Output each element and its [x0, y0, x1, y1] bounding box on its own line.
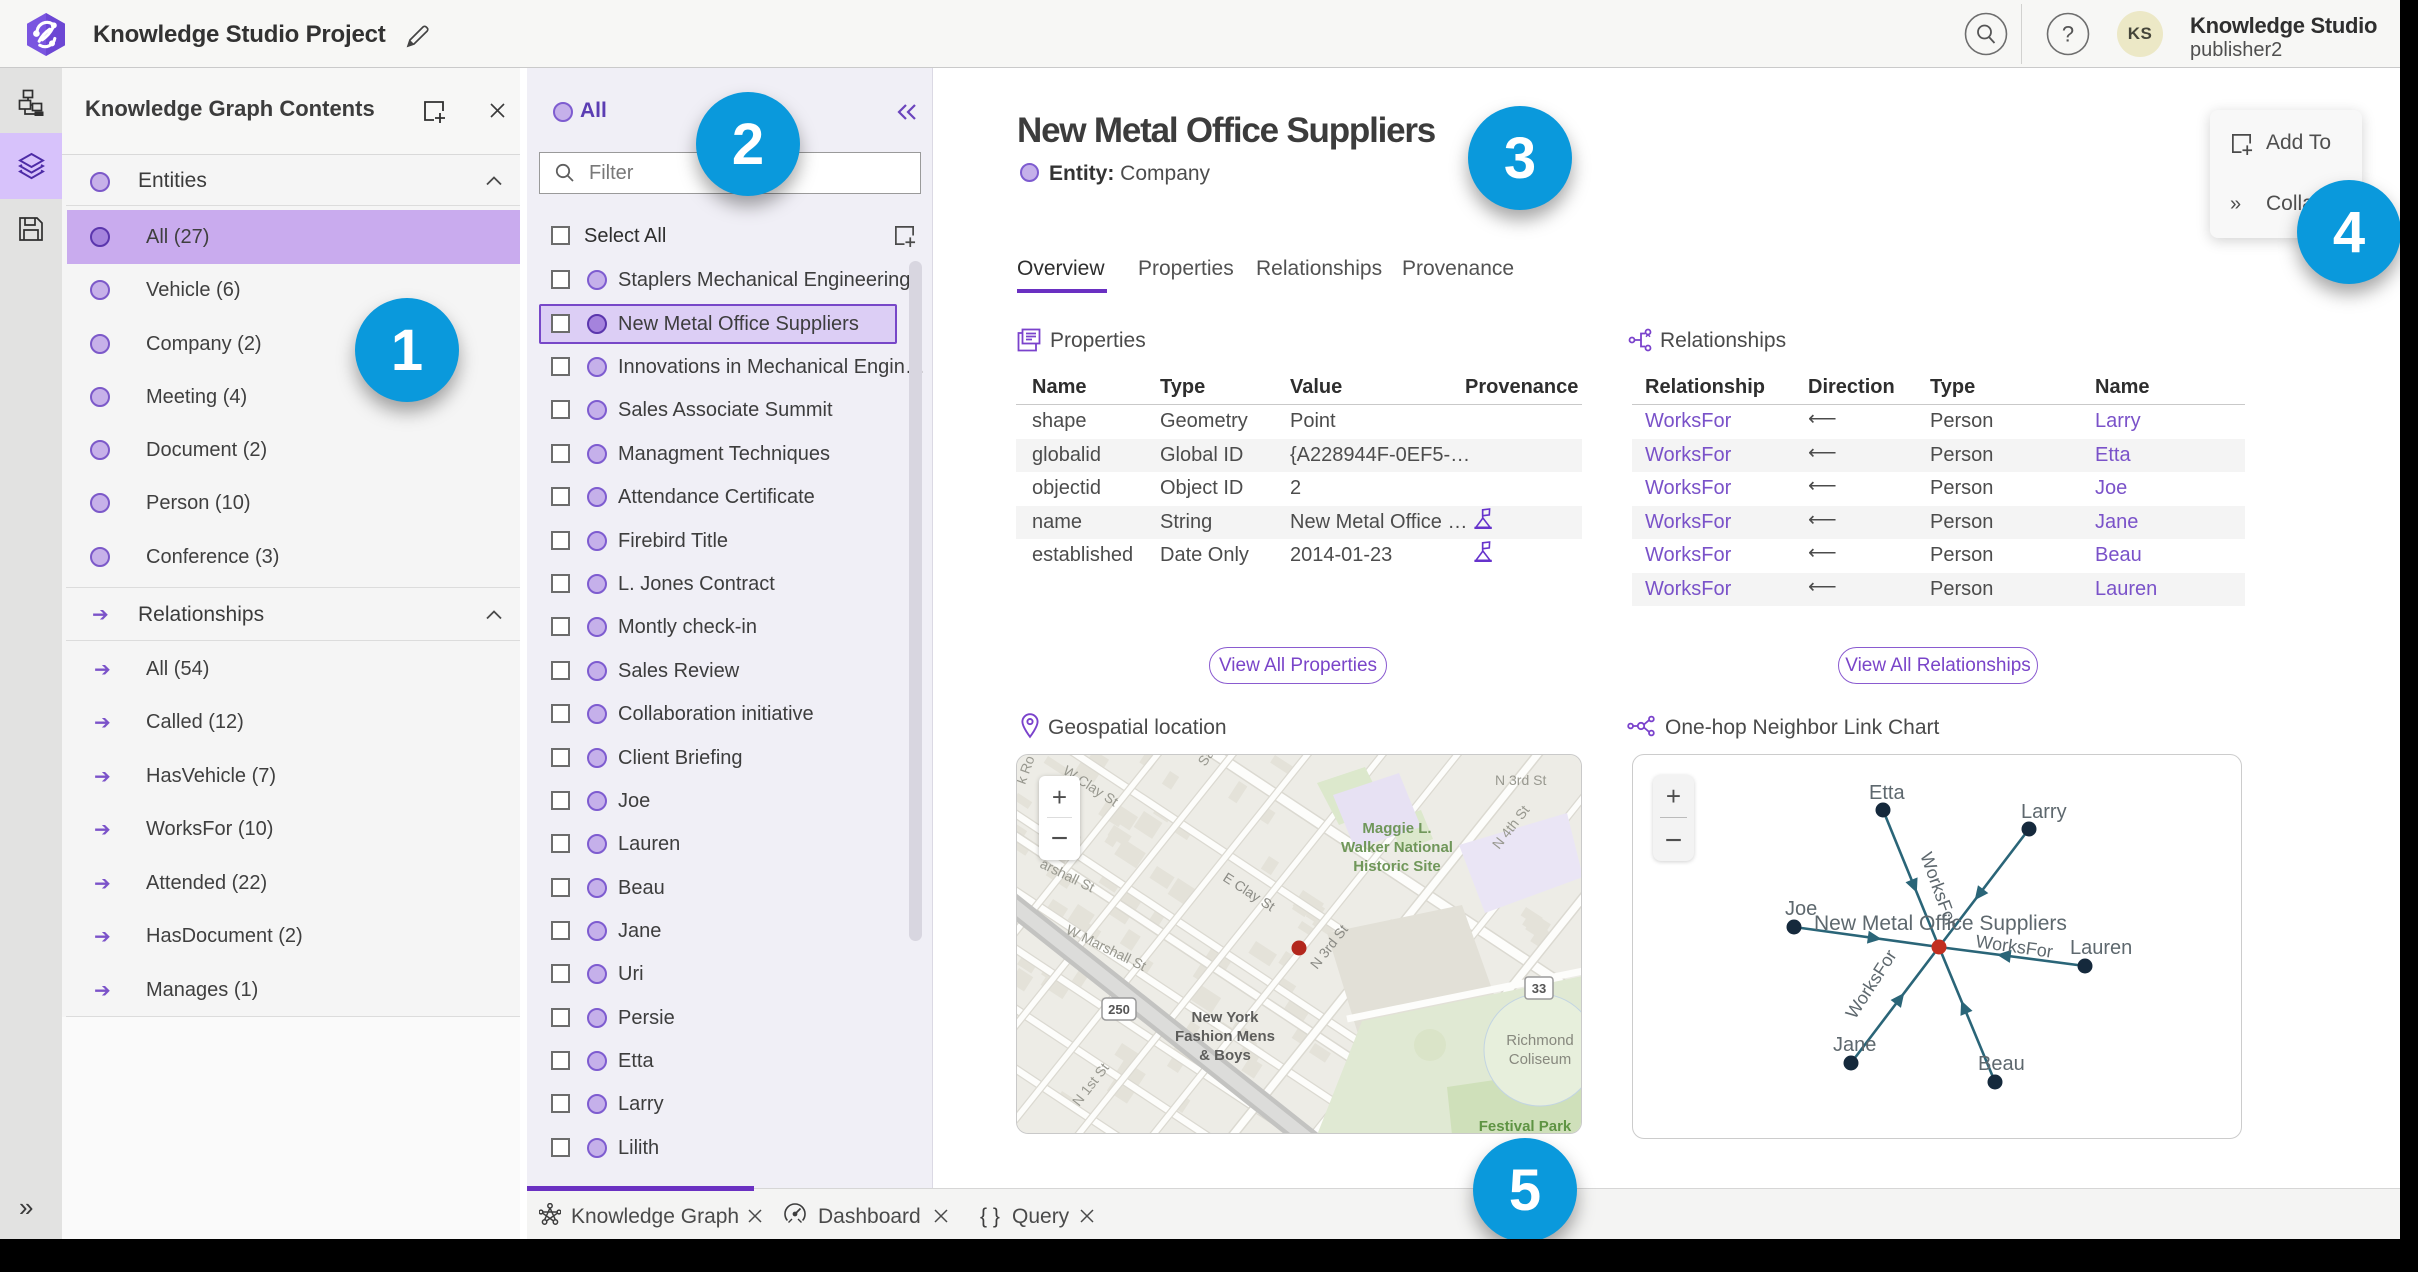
svg-text:Larry: Larry	[2021, 801, 2067, 823]
svg-text:& Boys: & Boys	[1199, 1047, 1251, 1064]
svg-text:Coliseum: Coliseum	[1509, 1051, 1572, 1068]
svg-text:Festival Park: Festival Park	[1479, 1118, 1572, 1134]
svg-text:33: 33	[1532, 981, 1546, 996]
svg-text:Joe: Joe	[1785, 898, 1817, 920]
svg-text:Fashion Mens: Fashion Mens	[1175, 1028, 1275, 1045]
svg-text:250: 250	[1108, 1002, 1130, 1017]
svg-text:New York: New York	[1192, 1009, 1260, 1026]
svg-text:Walker National: Walker National	[1341, 839, 1453, 856]
svg-text:Etta: Etta	[1869, 782, 1905, 804]
svg-text:N 3rd St: N 3rd St	[1495, 772, 1546, 788]
svg-text:?: ?	[2062, 22, 2074, 47]
svg-text:Jane: Jane	[1833, 1034, 1876, 1056]
svg-text:Beau: Beau	[1978, 1053, 2025, 1075]
svg-text:Lauren: Lauren	[2070, 937, 2132, 959]
svg-text:Historic Site: Historic Site	[1353, 858, 1441, 875]
svg-text:Maggie L.: Maggie L.	[1362, 820, 1431, 837]
svg-text:Richmond: Richmond	[1506, 1032, 1574, 1049]
